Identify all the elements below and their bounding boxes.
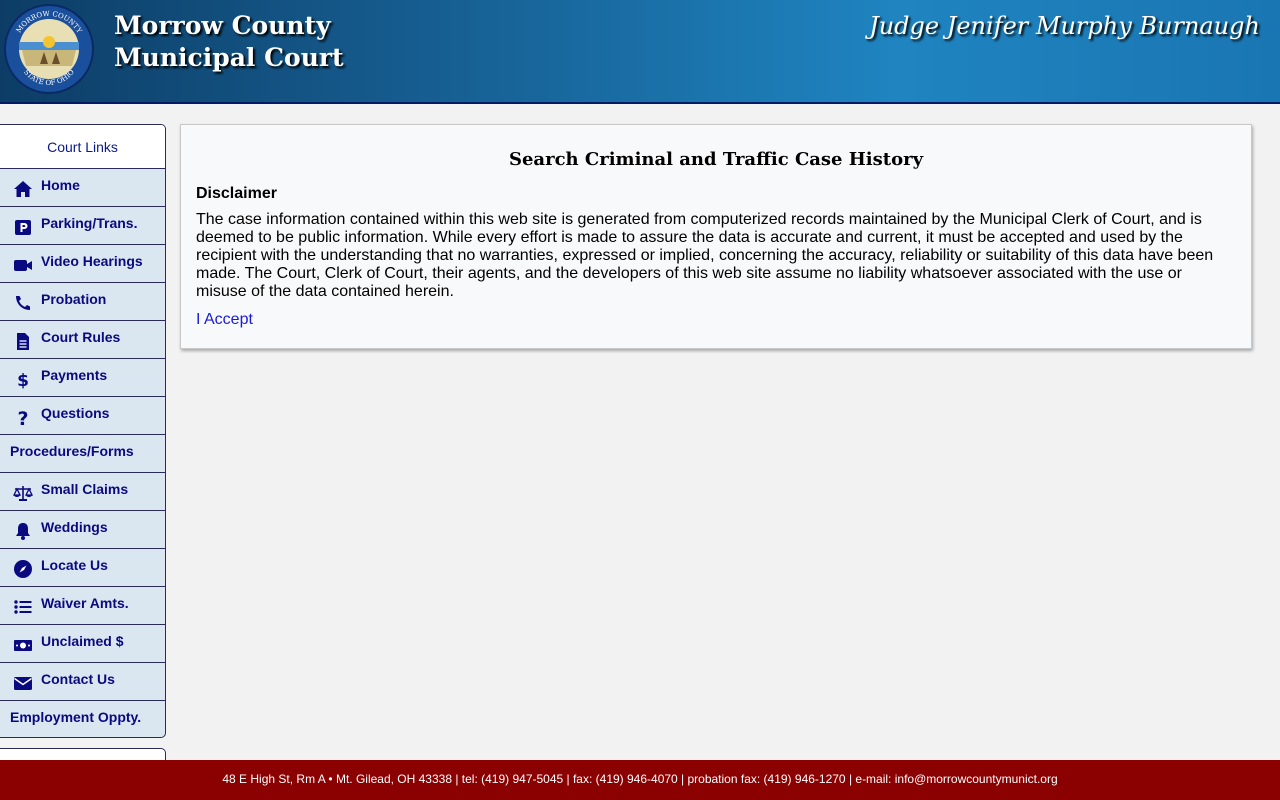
sidebar-item-court-rules[interactable]: Court Rules <box>0 321 165 359</box>
sidebar-item-label: Locate Us <box>41 557 108 573</box>
sidebar-title: Court Links <box>0 125 165 169</box>
sidebar-item-payments[interactable]: $ Payments <box>0 359 165 397</box>
sidebar-item-label: Questions <box>41 405 110 421</box>
disclaimer-heading: Disclaimer <box>196 185 277 202</box>
sidebar-item-home[interactable]: Home <box>0 169 165 207</box>
court-name-line2: Municipal Court <box>114 43 344 72</box>
court-links-sidebar: Court Links Home Parking/Trans. Video He… <box>0 124 166 738</box>
sidebar-item-unclaimed[interactable]: Unclaimed $ <box>0 625 165 663</box>
question-icon: ? <box>12 407 34 427</box>
bell-icon <box>12 521 34 541</box>
home-icon <box>12 179 34 199</box>
sidebar-item-weddings[interactable]: Weddings <box>0 511 165 549</box>
sidebar-item-label: Probation <box>41 291 107 307</box>
sidebar-item-label: Employment Oppty. <box>10 709 142 725</box>
accept-link[interactable]: I Accept <box>196 311 253 329</box>
county-seal-logo[interactable]: MORROW COUNTY STATE OF OHIO <box>4 4 94 94</box>
dollar-icon: $ <box>12 369 34 389</box>
sidebar-item-video-hearings[interactable]: Video Hearings <box>0 245 165 283</box>
phone-icon <box>12 293 34 313</box>
sidebar-item-label: Court Rules <box>41 329 121 345</box>
money-icon <box>12 635 34 655</box>
list-icon <box>12 597 34 617</box>
video-icon <box>12 255 34 275</box>
svg-text:$: $ <box>17 371 29 389</box>
sidebar-item-label: Small Claims <box>41 481 129 497</box>
sidebar-item-waiver-amts[interactable]: Waiver Amts. <box>0 587 165 625</box>
sidebar-item-label: Home <box>41 177 80 193</box>
page-title: Search Criminal and Traffic Case History <box>508 149 924 170</box>
disclaimer-text: The case information contained within th… <box>196 211 1214 300</box>
compass-icon <box>12 559 34 579</box>
sidebar-item-label: Contact Us <box>41 671 115 687</box>
sidebar-item-label: Payments <box>41 367 108 383</box>
sidebar-item-label: Weddings <box>41 519 108 535</box>
site-footer: 48 E High St, Rm A • Mt. Gilead, OH 4333… <box>0 760 1280 800</box>
court-name[interactable]: Morrow County Municipal Court <box>114 10 344 74</box>
sidebar-item-contact-us[interactable]: Contact Us <box>0 663 165 701</box>
sidebar-item-small-claims[interactable]: Small Claims <box>0 473 165 511</box>
sidebar-item-questions[interactable]: ? Questions <box>0 397 165 435</box>
scales-icon <box>12 483 34 503</box>
site-header: MORROW COUNTY STATE OF OHIO Morrow Count… <box>0 0 1280 104</box>
sidebar-item-label: Unclaimed $ <box>41 633 124 649</box>
sidebar-item-locate-us[interactable]: Locate Us <box>0 549 165 587</box>
sidebar-item-label: Waiver Amts. <box>41 595 129 611</box>
court-name-line1: Morrow County <box>114 11 331 40</box>
envelope-icon <box>12 673 34 693</box>
case-search-panel: Search Criminal and Traffic Case History… <box>180 124 1252 349</box>
sidebar-item-procedures-forms[interactable]: Procedures/Forms <box>0 435 165 473</box>
document-icon <box>12 331 34 351</box>
sidebar-item-probation[interactable]: Probation <box>0 283 165 321</box>
sidebar-item-employment[interactable]: Employment Oppty. <box>0 701 165 737</box>
svg-text:?: ? <box>17 408 28 427</box>
judge-name: Judge Jenifer Murphy Burnaugh <box>869 12 1260 40</box>
sidebar-item-parking[interactable]: Parking/Trans. <box>0 207 165 245</box>
sidebar-item-label: Parking/Trans. <box>41 215 138 231</box>
parking-icon <box>12 217 34 237</box>
sidebar-item-label: Procedures/Forms <box>10 443 134 459</box>
sidebar-item-label: Video Hearings <box>41 253 143 269</box>
